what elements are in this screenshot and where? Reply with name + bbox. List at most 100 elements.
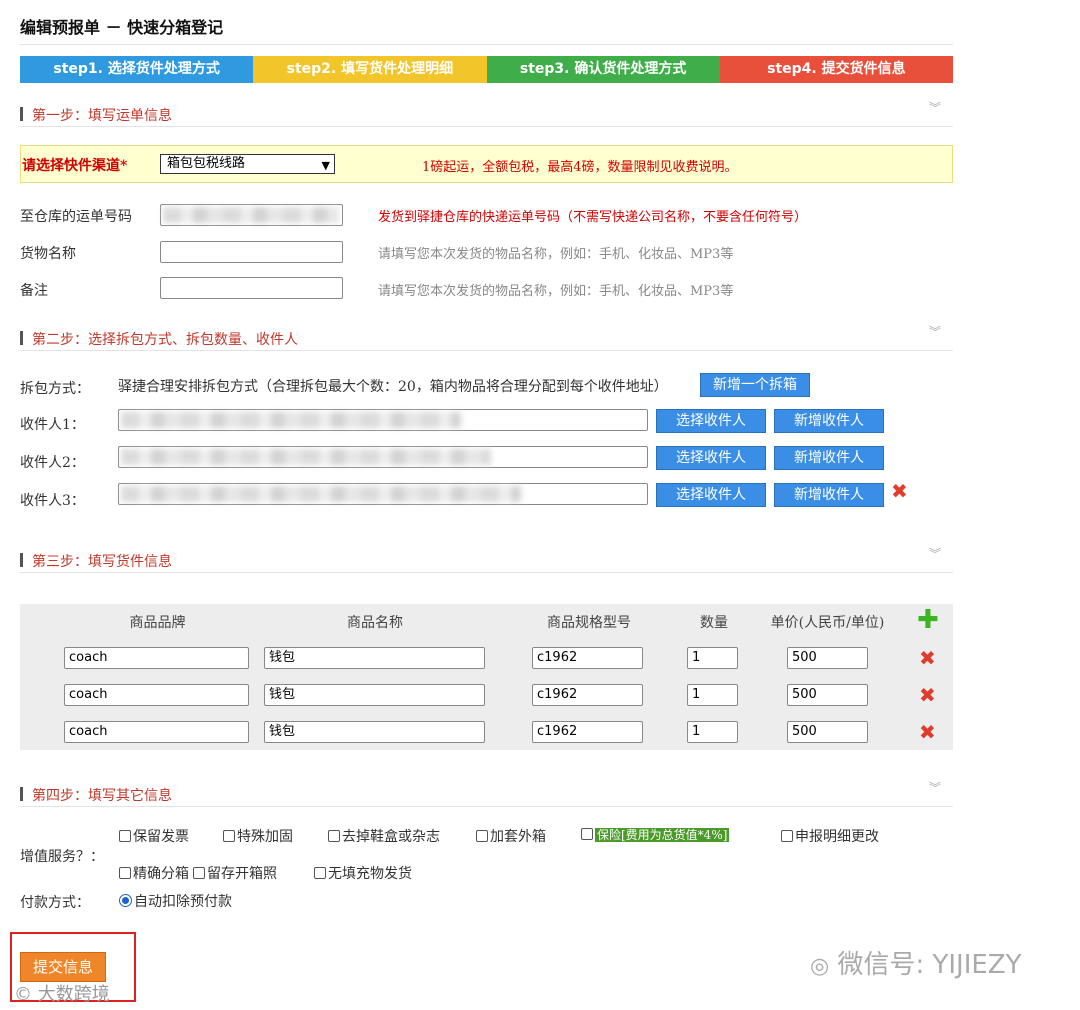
select-recipient-button[interactable]: 选择收件人	[656, 409, 766, 433]
option-label: 留存开箱照	[207, 866, 277, 882]
recipient-1-input[interactable]	[118, 409, 648, 431]
quantity-input[interactable]: 1	[687, 721, 738, 743]
select-recipient-button[interactable]: 选择收件人	[656, 446, 766, 470]
checkbox[interactable]	[223, 830, 235, 842]
option-keep-photos[interactable]: 留存开箱照	[193, 863, 277, 883]
waybill-label: 至仓库的运单号码	[20, 209, 132, 225]
option-label: 保险[费用为总货值*4%]	[595, 828, 730, 842]
model-input[interactable]: c1962	[532, 647, 643, 669]
channel-select[interactable]: 箱包包税线路 ▼	[160, 154, 335, 174]
channel-note: 1磅起运，全额包税，最高4磅，数量限制见收费说明。	[422, 160, 738, 175]
split-method-label: 拆包方式：	[20, 381, 90, 397]
brand-input[interactable]: coach	[64, 684, 249, 706]
watermark-logo-icon: ©	[14, 984, 32, 1005]
header-brand: 商品品牌	[129, 615, 186, 631]
chevron-down-icon: ▼	[321, 159, 330, 172]
product-name-input[interactable]: 钱包	[264, 647, 485, 669]
section-3-title: 第三步：填写货件信息	[32, 554, 172, 570]
option-label: 加套外箱	[490, 829, 546, 845]
channel-label: 请选择快件渠道*	[22, 158, 128, 174]
add-recipient-button[interactable]: 新增收件人	[774, 409, 884, 433]
wechat-icon: ◎	[810, 954, 830, 979]
collapse-chevron-icon[interactable]: ︾	[929, 548, 941, 560]
quantity-input[interactable]: 1	[687, 684, 738, 706]
collapse-chevron-icon[interactable]: ︾	[929, 782, 941, 794]
checkbox[interactable]	[328, 830, 340, 842]
section-4-header[interactable]: 第四步：填写其它信息 ︾	[20, 782, 953, 807]
add-row-plus-icon[interactable]: ✚	[917, 607, 939, 633]
add-box-button[interactable]: 新增一个拆箱	[700, 373, 810, 397]
remark-input[interactable]	[160, 277, 343, 299]
add-recipient-button[interactable]: 新增收件人	[774, 446, 884, 470]
recipient-2-input[interactable]	[118, 446, 648, 468]
price-input[interactable]: 500	[787, 647, 868, 669]
model-input[interactable]: c1962	[532, 721, 643, 743]
select-recipient-button[interactable]: 选择收件人	[656, 483, 766, 507]
step-4: step4. 提交货件信息	[719, 56, 953, 83]
redacted-text	[121, 486, 521, 502]
brand-input[interactable]: coach	[64, 721, 249, 743]
add-recipient-button[interactable]: 新增收件人	[774, 483, 884, 507]
checkbox[interactable]	[119, 867, 131, 879]
header-price: 单价(人民币/单位)	[770, 615, 885, 631]
checkbox[interactable]	[119, 830, 131, 842]
quantity-input[interactable]: 1	[687, 647, 738, 669]
section-3-header[interactable]: 第三步：填写货件信息 ︾	[20, 548, 953, 573]
checkbox[interactable]	[476, 830, 488, 842]
goods-name-hint: 请填写您本次发货的物品名称，例如：手机、化妆品、MP3等	[378, 247, 734, 262]
remove-recipient-icon[interactable]: ✖	[891, 481, 908, 501]
option-label: 申报明细更改	[795, 829, 879, 845]
watermark-left-text: 大数跨境	[37, 984, 110, 1005]
submit-button[interactable]: 提交信息	[20, 952, 106, 982]
option-label: 无填充物发货	[328, 866, 412, 882]
goods-name-input[interactable]	[160, 241, 343, 263]
option-label: 精确分箱	[133, 866, 189, 882]
waybill-input[interactable]	[160, 204, 343, 226]
delete-row-icon[interactable]: ✖	[919, 648, 936, 668]
watermark-right: ◎ 微信号: YIJIEZY	[810, 944, 1022, 981]
redacted-text	[121, 412, 461, 428]
option-change-declaration[interactable]: 申报明细更改	[781, 826, 879, 846]
option-label: 特殊加固	[237, 829, 293, 845]
step-3: step3. 确认货件处理方式	[486, 56, 720, 83]
delete-row-icon[interactable]: ✖	[919, 685, 936, 705]
checkbox[interactable]	[581, 828, 593, 840]
section-2-header[interactable]: 第二步：选择拆包方式、拆包数量、收件人 ︾	[20, 326, 953, 351]
section-1-header[interactable]: 第一步：填写运单信息 ︾	[20, 102, 953, 127]
header-model: 商品规格型号	[547, 615, 631, 631]
payment-option-label: 自动扣除预付款	[134, 894, 232, 910]
option-keep-invoice[interactable]: 保留发票	[119, 826, 189, 846]
recipient-3-input[interactable]	[118, 483, 648, 505]
product-name-input[interactable]: 钱包	[264, 684, 485, 706]
page-title: 编辑预报单 － 快速分箱登记	[20, 18, 224, 37]
option-remove-box[interactable]: 去掉鞋盒或杂志	[328, 826, 440, 846]
price-input[interactable]: 500	[787, 684, 868, 706]
section-marker	[20, 107, 23, 121]
model-input[interactable]: c1962	[532, 684, 643, 706]
section-marker	[20, 553, 23, 567]
redacted-text	[163, 207, 339, 223]
checkbox[interactable]	[314, 867, 326, 879]
price-input[interactable]: 500	[787, 721, 868, 743]
collapse-chevron-icon[interactable]: ︾	[929, 326, 941, 338]
payment-auto-deduct[interactable]: 自动扣除预付款	[119, 891, 232, 911]
delete-row-icon[interactable]: ✖	[919, 722, 936, 742]
radio-selected[interactable]	[119, 894, 132, 907]
option-insurance[interactable]: 保险[费用为总货值*4%]	[581, 826, 730, 843]
header-qty: 数量	[700, 615, 728, 631]
checkbox[interactable]	[781, 830, 793, 842]
recipient-1-label: 收件人1：	[20, 417, 85, 433]
checkbox[interactable]	[193, 867, 205, 879]
option-outer-box[interactable]: 加套外箱	[476, 826, 546, 846]
watermark-right-text: 微信号: YIJIEZY	[837, 950, 1022, 980]
option-precise-split[interactable]: 精确分箱	[119, 863, 189, 883]
header-name: 商品名称	[347, 615, 403, 631]
brand-input[interactable]: coach	[64, 647, 249, 669]
step-1: step1. 选择货件处理方式	[20, 56, 254, 83]
option-no-filler[interactable]: 无填充物发货	[314, 863, 412, 883]
product-name-input[interactable]: 钱包	[264, 721, 485, 743]
section-marker	[20, 331, 23, 345]
collapse-chevron-icon[interactable]: ︾	[929, 102, 941, 114]
redacted-text	[121, 449, 491, 465]
option-reinforce[interactable]: 特殊加固	[223, 826, 293, 846]
